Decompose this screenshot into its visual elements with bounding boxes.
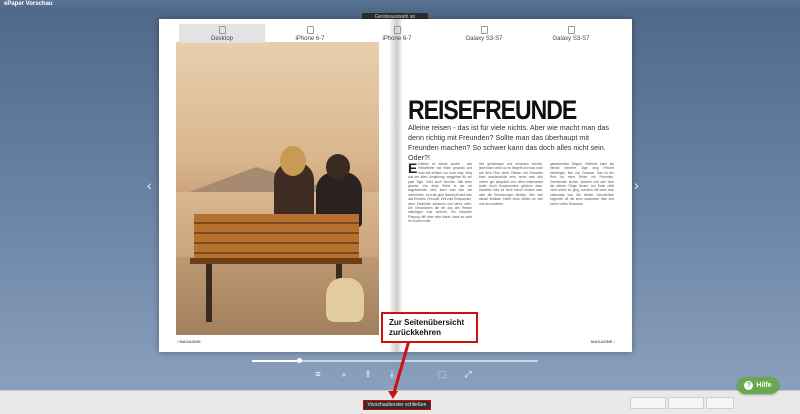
article-intro: Alleine reisen - das ist für viele nicht… bbox=[408, 123, 609, 162]
next-page-arrow-icon[interactable]: › bbox=[634, 178, 639, 192]
status-button[interactable] bbox=[668, 397, 704, 409]
article-photo bbox=[176, 42, 379, 335]
device-tabs: Desktop iPhone 6-7 iPhone 6-7 Galaxy S3-… bbox=[179, 24, 614, 43]
status-bar: Vorschaufenster schließen bbox=[0, 390, 800, 414]
article-column-1: Einblicke es wieder soweit - das Reisefi… bbox=[408, 162, 472, 332]
tab-label: Galaxy S3-S7 bbox=[465, 36, 503, 42]
article-dropcap: E bbox=[408, 162, 418, 176]
tab-label: Galaxy S3-S7 bbox=[552, 36, 590, 42]
tab-galaxy-landscape[interactable]: Galaxy S3-S7 bbox=[528, 24, 614, 43]
article-column-text: inblicke es wieder soweit - das Reisefie… bbox=[408, 162, 472, 224]
zoom-icon[interactable]: ⬚ bbox=[436, 368, 448, 380]
phone-icon bbox=[393, 26, 401, 34]
article-headline: REISEFREUNDE bbox=[408, 95, 577, 125]
tab-iphone-landscape[interactable]: iPhone 6-7 bbox=[354, 24, 440, 43]
photo-person-1-head bbox=[280, 146, 306, 176]
page-footer-right: MAGAZINE › bbox=[591, 339, 615, 344]
callout-line-2: zurückkehren bbox=[389, 328, 442, 337]
help-icon: ? bbox=[744, 381, 754, 390]
phone-icon bbox=[306, 26, 314, 34]
tab-label: iPhone 6-7 bbox=[382, 36, 412, 42]
article-column-2: ihre gemeinsam und erkunden möchte, jede… bbox=[479, 162, 543, 332]
help-button[interactable]: ? Hilfe bbox=[737, 377, 779, 394]
page-slider-knob[interactable] bbox=[297, 358, 302, 363]
monitor-icon bbox=[218, 26, 226, 34]
window-titlebar: ePaper Vorschau bbox=[0, 0, 800, 12]
tab-iphone-portrait[interactable]: iPhone 6-7 bbox=[267, 24, 353, 43]
annotation-callout: Zur Seitenübersicht zurückkehren bbox=[381, 312, 478, 343]
window-title: ePaper Vorschau bbox=[4, 1, 53, 7]
prev-page-arrow-icon[interactable]: ‹ bbox=[147, 178, 152, 192]
tab-desktop[interactable]: Desktop bbox=[179, 24, 265, 43]
help-label: Hilfe bbox=[756, 382, 772, 389]
menu-icon[interactable]: ≡ bbox=[312, 368, 324, 380]
tab-label: iPhone 6-7 bbox=[295, 36, 325, 42]
search-icon[interactable]: ⌕ bbox=[338, 368, 350, 380]
callout-arrow-head bbox=[388, 391, 398, 399]
article-column-3: gesammelten Dingen. Vielmehr kann auf ei… bbox=[550, 162, 614, 332]
close-preview-button[interactable]: Vorschaufenster schließen bbox=[363, 400, 431, 410]
page-slider-fill bbox=[252, 360, 300, 362]
footer-label: MAGAZINE bbox=[179, 339, 201, 344]
phone-icon bbox=[567, 26, 575, 34]
fullscreen-icon[interactable]: ⤢ bbox=[462, 368, 474, 380]
footer-label: MAGAZINE bbox=[591, 339, 613, 344]
magazine-spread: Desktop iPhone 6-7 iPhone 6-7 Galaxy S3-… bbox=[159, 19, 632, 352]
photo-bench-leg bbox=[206, 264, 212, 322]
callout-line-1: Zur Seitenübersicht bbox=[389, 318, 465, 327]
phone-icon bbox=[480, 26, 488, 34]
photo-person-2-head bbox=[326, 154, 350, 180]
article-column-text: ihre gemeinsam und erkunden möchte, jede… bbox=[479, 162, 543, 206]
status-button[interactable] bbox=[630, 397, 666, 409]
page-slider[interactable] bbox=[252, 358, 538, 363]
photo-bench-back bbox=[194, 214, 359, 258]
tab-galaxy-portrait[interactable]: Galaxy S3-S7 bbox=[441, 24, 527, 43]
photo-dog bbox=[326, 278, 364, 322]
tab-label: Desktop bbox=[210, 36, 233, 42]
share-icon[interactable]: ⇪ bbox=[362, 368, 374, 380]
page-footer-left: ‹ MAGAZINE bbox=[177, 339, 201, 344]
article-column-text: gesammelten Dingen. Vielmehr kann auf ei… bbox=[550, 162, 614, 206]
status-button[interactable] bbox=[706, 397, 734, 409]
page-spine bbox=[389, 19, 403, 352]
